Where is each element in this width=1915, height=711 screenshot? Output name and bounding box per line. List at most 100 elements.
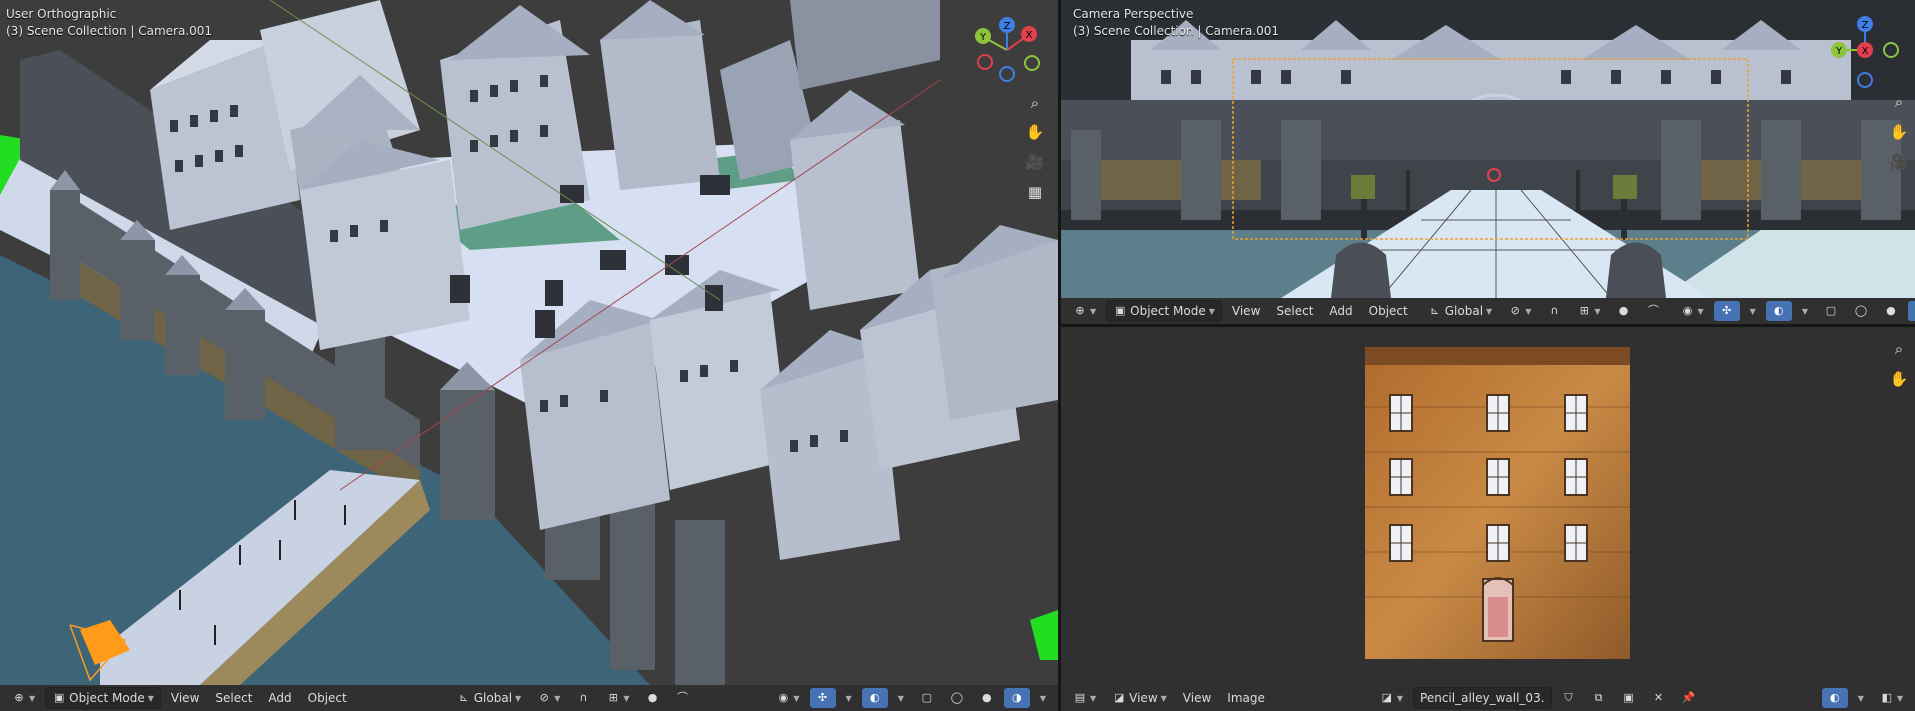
image-texture-preview [1365, 347, 1630, 659]
snap-grid-icon: ⊞ [1579, 304, 1589, 317]
overlay-toggle[interactable]: ◐ [1821, 688, 1848, 708]
menu-view[interactable]: View [1226, 304, 1266, 318]
snap-target-dropdown[interactable]: ⊞ ▼ [600, 688, 635, 708]
scene-render-left [0, 0, 1058, 685]
new-image-button[interactable]: ▣ [1616, 688, 1642, 708]
hand-pan-icon[interactable]: ✋ [1023, 120, 1047, 144]
falloff-curve-icon: ⌒ [1648, 304, 1659, 317]
hand-pan-icon[interactable]: ✋ [1887, 120, 1911, 144]
menu-object[interactable]: Object [1363, 304, 1414, 318]
navigation-gizmo[interactable]: Z Y X [965, 10, 1045, 90]
hand-pan-icon[interactable]: ✋ [1887, 367, 1911, 391]
shading-dropdown[interactable]: ▼ [1034, 688, 1052, 708]
eye-icon: ◉ [1682, 304, 1693, 317]
falloff-dropdown[interactable]: ⌒ [670, 688, 696, 708]
header-right: ⊕ ▼ ▣ Object Mode ▼ View Select Add Object … [1061, 298, 1915, 324]
transform-orientation-icon: ⊾ [459, 691, 469, 704]
proportional-icon: ● [647, 691, 658, 704]
unlink-image-button[interactable]: ✕ [1646, 688, 1672, 708]
zoom-icon[interactable]: ⌕ [1887, 337, 1911, 361]
gizmo-toggle[interactable]: ✣ [1713, 301, 1740, 321]
overlay-dropdown[interactable]: ▼ [1796, 301, 1814, 321]
snap-magnet-icon: ∩ [579, 691, 588, 704]
xray-toggle[interactable]: ▢ [1818, 301, 1844, 321]
shading-wireframe[interactable]: ◯ [1848, 301, 1874, 321]
proportional-edit-toggle[interactable]: ● [1611, 301, 1637, 321]
falloff-dropdown[interactable]: ⌒ [1641, 301, 1667, 321]
shield-icon: ⛉ [1564, 691, 1573, 704]
gizmo-dropdown[interactable]: ▼ [840, 688, 858, 708]
snap-toggle[interactable]: ∩ [1541, 301, 1567, 321]
pivot-dropdown[interactable]: ⊘ ▼ [531, 688, 566, 708]
editor-type-dropdown[interactable]: ▤ ▼ [1067, 688, 1102, 708]
shading-wireframe[interactable]: ◯ [944, 688, 970, 708]
grid-ortho-icon[interactable]: ▦ [1023, 180, 1047, 204]
viewport-right[interactable]: Camera Perspective (3) Scene Collection … [1061, 0, 1915, 298]
mode-dropdown[interactable]: ▣ Object Mode ▼ [45, 687, 161, 709]
xray-icon: ▢ [921, 691, 933, 704]
menu-select[interactable]: Select [1270, 304, 1319, 318]
axis-x-label: X [1862, 46, 1869, 57]
overlay-toggle[interactable]: ◐ [861, 688, 888, 708]
overlay-dropdown[interactable]: ▼ [1852, 688, 1870, 708]
solid-sphere-icon: ● [1886, 304, 1896, 317]
display-channels-dropdown[interactable]: ◧ ▼ [1874, 688, 1909, 708]
proportional-icon: ● [1618, 304, 1629, 317]
gizmo-icon: ✣ [1722, 304, 1732, 317]
xray-icon: ▢ [1825, 304, 1837, 317]
visibility-dropdown[interactable]: ◉ ▼ [1675, 301, 1710, 321]
visibility-dropdown[interactable]: ◉ ▼ [770, 688, 805, 708]
gizmo-toggle[interactable]: ✣ [809, 688, 836, 708]
menu-select[interactable]: Select [209, 691, 258, 705]
menu-view[interactable]: View [165, 691, 205, 705]
viewport-left[interactable]: User Orthographic (3) Scene Collection |… [0, 0, 1058, 685]
snap-magnet-icon: ∩ [1550, 304, 1559, 317]
editor-type-dropdown[interactable]: ⊕ ▼ [1067, 301, 1102, 321]
duplicate-image-button[interactable]: ⧉ [1586, 688, 1612, 708]
orientation-dropdown[interactable]: ⊾ Global ▼ [1422, 301, 1498, 321]
snap-grid-icon: ⊞ [608, 691, 618, 704]
camera-view-icon[interactable]: 🎥 [1023, 150, 1047, 174]
image-browse-icon: ◪ [1381, 691, 1393, 704]
axis-y-label: Y [979, 32, 987, 43]
fake-user-toggle[interactable]: ⛉ [1556, 688, 1582, 708]
overlay-toggle[interactable]: ◐ [1765, 301, 1792, 321]
shading-solid[interactable]: ● [974, 688, 1000, 708]
transform-orientation-icon: ⊾ [1430, 304, 1440, 317]
gizmo-dropdown[interactable]: ▼ [1744, 301, 1762, 321]
gizmo-icon: ✣ [817, 691, 828, 704]
object-mode-icon: ▣ [53, 691, 65, 704]
orientation-dropdown[interactable]: ⊾ Global ▼ [451, 688, 527, 708]
proportional-edit-toggle[interactable]: ● [640, 688, 666, 708]
menu-object[interactable]: Object [302, 691, 353, 705]
snap-target-dropdown[interactable]: ⊞ ▼ [1571, 301, 1606, 321]
shading-solid[interactable]: ● [1878, 301, 1904, 321]
image-name-field[interactable]: Pencil_alley_wall_03. [1413, 687, 1552, 709]
editor-type-icon: ⊕ [1075, 304, 1085, 317]
pin-toggle[interactable]: 📌 [1676, 688, 1702, 708]
overlay-icon: ◐ [1829, 691, 1840, 704]
overlay-dropdown[interactable]: ▼ [892, 688, 910, 708]
mode-dropdown[interactable]: ▣ Object Mode ▼ [1106, 300, 1222, 322]
menu-view[interactable]: View [1177, 691, 1217, 705]
menu-add[interactable]: Add [1323, 304, 1358, 318]
pivot-dropdown[interactable]: ⊘ ▼ [1502, 301, 1537, 321]
shading-material[interactable]: ◑ [1003, 688, 1030, 708]
xray-toggle[interactable]: ▢ [914, 688, 940, 708]
axis-y-label: Y [1835, 46, 1843, 57]
navigation-gizmo[interactable]: Z X Y [1821, 8, 1901, 88]
camera-view-icon[interactable]: 🎥 [1887, 150, 1911, 174]
shading-material[interactable]: ◑ [1907, 301, 1915, 321]
zoom-icon[interactable]: ⌕ [1023, 91, 1047, 115]
view-mode-dropdown[interactable]: ◪ View ▼ [1106, 688, 1173, 708]
channels-icon: ◧ [1881, 691, 1893, 704]
copy-icon: ⧉ [1594, 691, 1603, 704]
wireframe-sphere-icon: ◯ [1854, 304, 1868, 317]
menu-image[interactable]: Image [1221, 691, 1271, 705]
menu-add[interactable]: Add [262, 691, 297, 705]
snap-toggle[interactable]: ∩ [570, 688, 596, 708]
zoom-icon[interactable]: ⌕ [1887, 90, 1911, 114]
editor-type-dropdown[interactable]: ⊕ ▼ [6, 688, 41, 708]
header-left: ⊕ ▼ ▣ Object Mode ▼ View Select Add Object … [0, 685, 1058, 711]
image-browse-dropdown[interactable]: ◪ ▼ [1374, 688, 1409, 708]
